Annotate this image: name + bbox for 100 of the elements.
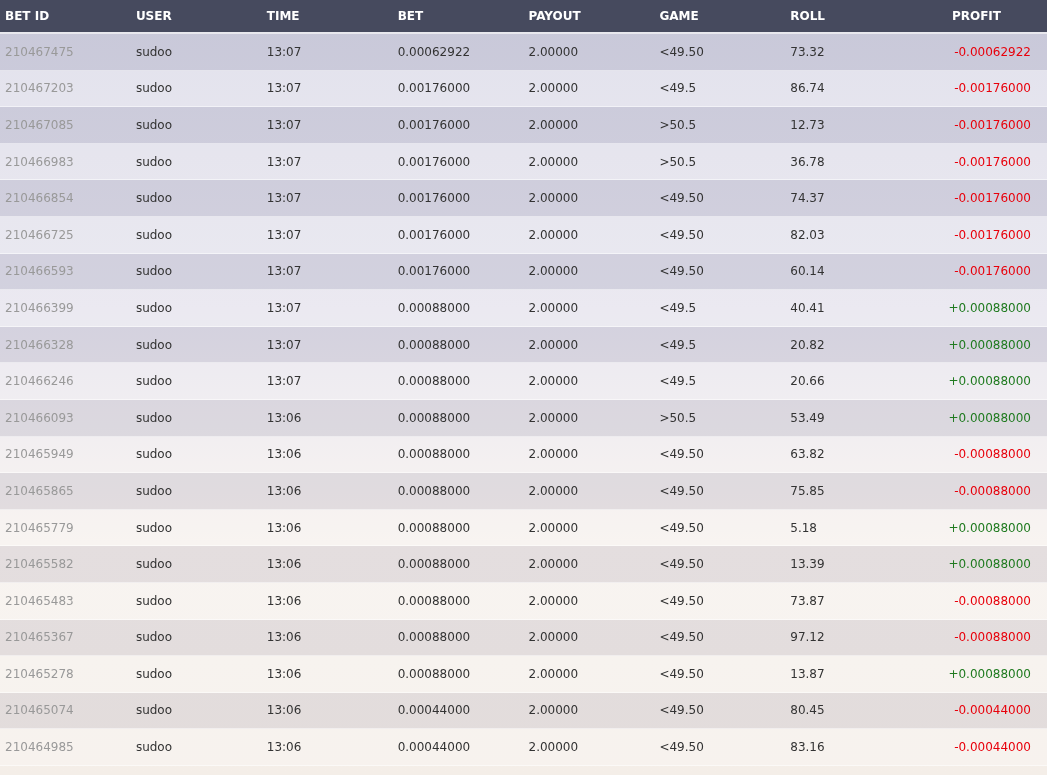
table-cell-text: sudoo (134, 666, 174, 681)
profit-cell-text: -0.00088000 (953, 447, 1032, 462)
table-cell-text: <49.50 (658, 593, 705, 608)
table-cell-text: <49.50 (658, 191, 705, 206)
table-cell-text: <49.5 (658, 81, 698, 96)
table-cell-text: 12.73 (789, 118, 826, 132)
profit-cell-text: -0.00176000 (953, 227, 1032, 242)
table-cell-text: <49.5 (658, 300, 698, 315)
table-cell-text: 73.87 (789, 593, 826, 608)
table-cell-text: 0.00176000 (396, 264, 472, 279)
table-cell-text: 0.00088000 (396, 300, 472, 315)
table-cell-text: 13:07 (265, 118, 303, 132)
table-cell-text: 2.00000 (527, 483, 580, 498)
table-cell-text: 13.87 (789, 666, 826, 681)
table-cell-text: 83.16 (789, 740, 826, 755)
bet-id-cell-text: 210467475 (4, 44, 75, 59)
table-cell-text: <49.50 (658, 264, 705, 279)
profit-cell-text: -0.00062922 (953, 44, 1032, 59)
table-cell-text: 13:07 (265, 191, 303, 206)
table-cell-text: 0.00176000 (396, 81, 472, 96)
table-cell-text: sudoo (134, 118, 174, 132)
table-cell-text: 2.00000 (527, 300, 580, 315)
table-cell-text: 2.00000 (527, 666, 580, 681)
table-cell-text: sudoo (134, 300, 174, 315)
column-header: PROFIT (950, 9, 1002, 23)
table-cell-text: 40.41 (789, 300, 826, 315)
profit-cell-text: -0.00176000 (953, 118, 1032, 132)
table-cell-text: <49.50 (658, 447, 705, 462)
table-cell-text: <49.50 (658, 520, 705, 535)
bet-id-cell-text: 210466328 (4, 337, 75, 352)
table-cell-text: 2.00000 (527, 264, 580, 279)
bet-id-cell-text: 210465949 (4, 447, 75, 462)
table-cell-text: <49.50 (658, 703, 705, 718)
table-cell-text: sudoo (134, 81, 174, 96)
table-cell-text: >50.5 (658, 118, 698, 132)
table-cell-text: 0.00088000 (396, 593, 472, 608)
table-cell-text: 0.00088000 (396, 447, 472, 462)
table-cell-text: 0.00088000 (396, 374, 472, 389)
table-cell-text: 2.00000 (527, 191, 580, 206)
table-cell-text: 20.66 (789, 374, 826, 389)
table-cell-text: 13:06 (265, 557, 303, 572)
table-cell-text: sudoo (134, 227, 174, 242)
table-cell-text: 2.00000 (527, 44, 580, 59)
table-cell-text: sudoo (134, 264, 174, 279)
table-cell-text: 2.00000 (527, 337, 580, 352)
table-cell-text: 13:07 (265, 337, 303, 352)
table-cell-text: 0.00088000 (396, 557, 472, 572)
profit-cell-text: +0.00088000 (947, 300, 1032, 315)
table-cell-text: 20.82 (789, 337, 826, 352)
table-cell-text: 2.00000 (527, 154, 580, 169)
table-cell-text: <49.50 (658, 740, 705, 755)
table-cell-text: sudoo (134, 483, 174, 498)
bet-id-cell-text: 210465074 (4, 703, 75, 718)
table-cell-text: <49.50 (658, 630, 705, 645)
profit-cell-text: +0.00088000 (947, 410, 1032, 425)
table-cell-text: 13:07 (265, 81, 303, 96)
table-cell-text: 2.00000 (527, 81, 580, 96)
table-cell-text: 13:06 (265, 520, 303, 535)
table-cell-text: 75.85 (789, 483, 826, 498)
table-cell-text: sudoo (134, 703, 174, 718)
profit-cell-text: -0.00044000 (953, 703, 1032, 718)
table-cell-text: 2.00000 (527, 557, 580, 572)
table-cell-text: 0.00044000 (396, 703, 472, 718)
table-cell-text: sudoo (134, 337, 174, 352)
table-cell-text: 0.00176000 (396, 227, 472, 242)
table-cell-text: 13:06 (265, 593, 303, 608)
table-cell-text: sudoo (134, 374, 174, 389)
table-cell-text: 13:06 (265, 483, 303, 498)
table-cell-text: 60.14 (789, 264, 826, 279)
bet-id-cell-text: 210466725 (4, 227, 75, 242)
bet-id-cell-text: 210465779 (4, 520, 75, 535)
profit-cell-text: -0.00044000 (953, 740, 1032, 755)
table-cell-text: 13:07 (265, 300, 303, 315)
table-cell-text: 53.49 (789, 410, 826, 425)
column-header: BET ID (4, 9, 51, 23)
profit-cell-text: -0.00176000 (953, 191, 1032, 206)
bet-id-cell-text: 210466399 (4, 300, 75, 315)
table-cell-text: 5.18 (789, 520, 818, 535)
table-cell-text: 2.00000 (527, 118, 580, 132)
column-header: TIME (265, 9, 301, 23)
bet-id-cell-text: 210466593 (4, 264, 75, 279)
table-cell-text: 0.00176000 (396, 191, 472, 206)
table-cell-text: 73.32 (789, 44, 826, 59)
column-header: PAYOUT (527, 9, 582, 23)
table-cell-text: 13:06 (265, 410, 303, 425)
table-cell-text: sudoo (134, 447, 174, 462)
table-cell-text: 13:07 (265, 44, 303, 59)
table-cell-text: 0.00088000 (396, 410, 472, 425)
table-cell-text: >50.5 (658, 410, 698, 425)
table-cell-text: 86.74 (789, 81, 826, 96)
column-header: ROLL (789, 9, 826, 23)
table-cell-text: 0.00088000 (396, 520, 472, 535)
profit-cell-text: -0.00176000 (953, 81, 1032, 96)
table-cell-text: 36.78 (789, 154, 826, 169)
bet-id-cell-text: 210466983 (4, 154, 75, 169)
profit-cell-text: -0.00176000 (953, 264, 1032, 279)
table-cell-text: 13:06 (265, 630, 303, 645)
table-cell-text: sudoo (134, 740, 174, 755)
table-cell-text: 2.00000 (527, 447, 580, 462)
table-cell-text: 2.00000 (527, 520, 580, 535)
